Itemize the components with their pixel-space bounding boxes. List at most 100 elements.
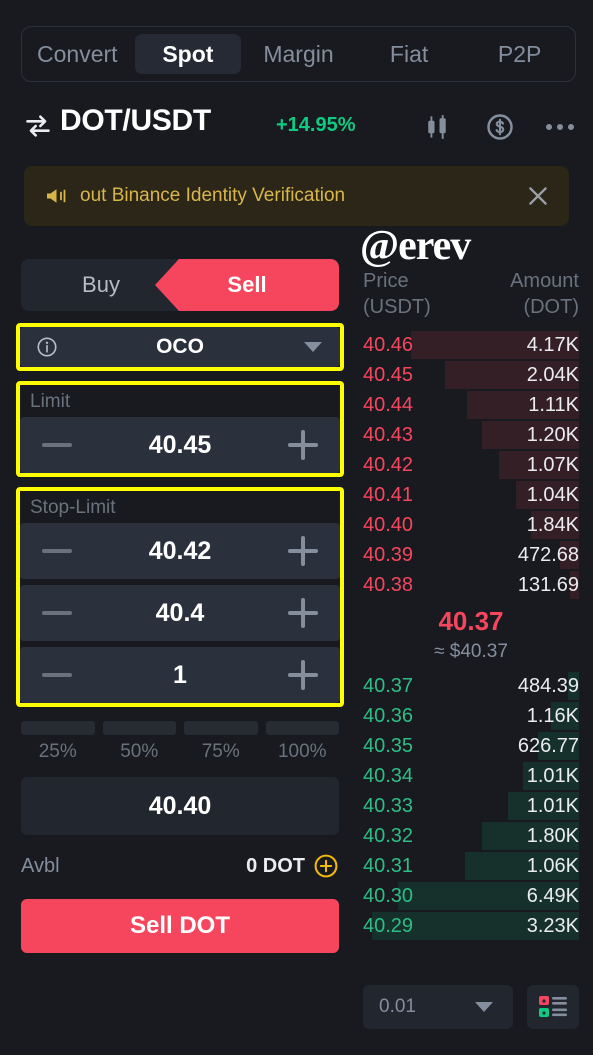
ask-row[interactable]: 40.42 1.07K bbox=[363, 450, 579, 480]
percent-track[interactable] bbox=[265, 721, 339, 735]
increment-icon[interactable] bbox=[288, 598, 318, 628]
row-amount: 131.69 bbox=[517, 573, 579, 596]
ask-row[interactable]: 40.43 1.20K bbox=[363, 420, 579, 450]
row-amount: 1.20K bbox=[526, 423, 579, 446]
tab-convert[interactable]: Convert bbox=[24, 34, 131, 74]
bid-row[interactable]: 40.31 1.06K bbox=[363, 851, 579, 881]
ask-row[interactable]: 40.39 472.68 bbox=[363, 540, 579, 570]
tab-margin[interactable]: Margin bbox=[245, 34, 352, 74]
bid-row[interactable]: 40.29 3.23K bbox=[363, 911, 579, 941]
increment-icon[interactable] bbox=[288, 536, 318, 566]
tab-p2p[interactable]: P2P bbox=[466, 34, 573, 74]
tab-fiat[interactable]: Fiat bbox=[356, 34, 463, 74]
row-amount: 1.84K bbox=[526, 513, 579, 536]
quantity-stepper[interactable]: 1 bbox=[20, 647, 340, 703]
row-price: 40.40 bbox=[363, 513, 414, 536]
row-price: 40.34 bbox=[363, 764, 414, 787]
more-options-icon[interactable] bbox=[546, 122, 576, 132]
row-amount: 472.68 bbox=[517, 543, 579, 566]
bid-row[interactable]: 40.33 1.01K bbox=[363, 791, 579, 821]
amount-column-label: Amount bbox=[510, 270, 579, 292]
bid-rows: 40.37 484.39 40.36 1.16K 40.35 626.77 40.34 1.0… bbox=[363, 671, 579, 941]
sell-dot-button[interactable]: Sell DOT bbox=[21, 899, 339, 953]
price-change-percent: +14.95% bbox=[276, 114, 356, 136]
bid-row[interactable]: 40.36 1.16K bbox=[363, 701, 579, 731]
plus-circle-icon[interactable] bbox=[313, 853, 339, 879]
total-field[interactable]: 40.40 bbox=[21, 777, 339, 835]
orderbook-view-button[interactable] bbox=[527, 985, 579, 1029]
last-price-block: 40.37 ≈ $40.37 bbox=[363, 600, 579, 671]
tick-size-selector[interactable]: 0.01 bbox=[363, 985, 513, 1029]
stop-price-stepper[interactable]: 40.42 bbox=[20, 523, 340, 579]
bid-row[interactable]: 40.37 484.39 bbox=[363, 671, 579, 701]
order-type-selector[interactable]: OCO bbox=[16, 323, 344, 371]
percent-label: 100% bbox=[277, 741, 327, 762]
row-amount: 1.01K bbox=[526, 764, 579, 787]
pair-title[interactable]: DOT/USDT bbox=[60, 104, 211, 138]
percent-track[interactable] bbox=[184, 721, 258, 735]
percent-track[interactable] bbox=[21, 721, 95, 735]
ask-rows: 40.46 4.17K 40.45 2.04K 40.44 1.11K 40.43 1.20K… bbox=[363, 330, 579, 600]
row-price: 40.41 bbox=[363, 483, 414, 506]
stop-limit-price-stepper[interactable]: 40.4 bbox=[20, 585, 340, 641]
row-price: 40.33 bbox=[363, 794, 414, 817]
row-price: 40.36 bbox=[363, 704, 414, 727]
dollar-circle-icon[interactable] bbox=[485, 112, 515, 142]
orderbook-header: Price (USDT) Amount (DOT) bbox=[363, 268, 579, 320]
percent-slider: 25% 50% 75% 100% bbox=[21, 721, 339, 763]
row-amount: 626.77 bbox=[517, 734, 579, 757]
sell-tab[interactable]: Sell bbox=[155, 259, 339, 311]
percent-option-50[interactable]: 50% bbox=[102, 721, 176, 763]
row-amount: 1.01K bbox=[526, 794, 579, 817]
bid-row[interactable]: 40.30 6.49K bbox=[363, 881, 579, 911]
banner-message: out Binance Identity Verification bbox=[80, 185, 346, 206]
last-price: 40.37 bbox=[438, 606, 504, 636]
ask-row[interactable]: 40.40 1.84K bbox=[363, 510, 579, 540]
row-price: 40.46 bbox=[363, 333, 414, 356]
ask-row[interactable]: 40.38 131.69 bbox=[363, 570, 579, 600]
available-balance-row: Avbl 0 DOT bbox=[21, 853, 339, 879]
ask-row[interactable]: 40.45 2.04K bbox=[363, 360, 579, 390]
row-amount: 1.04K bbox=[526, 483, 579, 506]
row-amount: 484.39 bbox=[517, 674, 579, 697]
ask-row[interactable]: 40.41 1.04K bbox=[363, 480, 579, 510]
percent-label: 25% bbox=[38, 741, 77, 762]
ask-row[interactable]: 40.44 1.11K bbox=[363, 390, 579, 420]
limit-price-stepper[interactable]: 40.45 bbox=[20, 417, 340, 473]
chevron-down-icon[interactable] bbox=[304, 342, 322, 352]
order-form-panel: Buy Sell OCO Limit 40.45 Stop-Limit 40.4… bbox=[0, 238, 355, 953]
stop-limit-group: Stop-Limit 40.42 40.4 1 bbox=[16, 487, 344, 707]
chevron-down-icon[interactable] bbox=[475, 1002, 493, 1012]
bid-row[interactable]: 40.32 1.80K bbox=[363, 821, 579, 851]
buy-sell-toggle: Buy Sell bbox=[21, 259, 339, 311]
increment-icon[interactable] bbox=[288, 430, 318, 460]
percent-option-75[interactable]: 75% bbox=[184, 721, 258, 763]
percent-option-100[interactable]: 100% bbox=[265, 721, 339, 763]
row-price: 40.32 bbox=[363, 824, 414, 847]
verification-banner[interactable]: out Binance Identity Verification bbox=[24, 166, 569, 226]
limit-label: Limit bbox=[20, 385, 340, 417]
candlestick-chart-icon[interactable] bbox=[422, 112, 452, 142]
ask-row[interactable]: 40.46 4.17K bbox=[363, 330, 579, 360]
row-price: 40.44 bbox=[363, 393, 414, 416]
available-label: Avbl bbox=[21, 854, 60, 877]
row-amount: 1.16K bbox=[526, 704, 579, 727]
close-icon[interactable] bbox=[525, 183, 551, 209]
watermark: @erev bbox=[360, 223, 471, 269]
row-price: 40.45 bbox=[363, 363, 414, 386]
bid-row[interactable]: 40.35 626.77 bbox=[363, 731, 579, 761]
row-amount: 6.49K bbox=[526, 884, 579, 907]
row-amount: 1.07K bbox=[526, 453, 579, 476]
swap-arrows-icon[interactable] bbox=[24, 112, 52, 140]
tab-spot[interactable]: Spot bbox=[134, 34, 242, 74]
percent-label: 75% bbox=[201, 741, 240, 762]
row-price: 40.37 bbox=[363, 674, 414, 697]
amount-column-unit: (DOT) bbox=[523, 296, 579, 318]
order-type-value: OCO bbox=[156, 335, 204, 358]
megaphone-icon bbox=[47, 189, 66, 203]
percent-track[interactable] bbox=[102, 721, 176, 735]
row-price: 40.43 bbox=[363, 423, 414, 446]
bid-row[interactable]: 40.34 1.01K bbox=[363, 761, 579, 791]
percent-option-25[interactable]: 25% bbox=[21, 721, 95, 763]
increment-icon[interactable] bbox=[288, 660, 318, 690]
